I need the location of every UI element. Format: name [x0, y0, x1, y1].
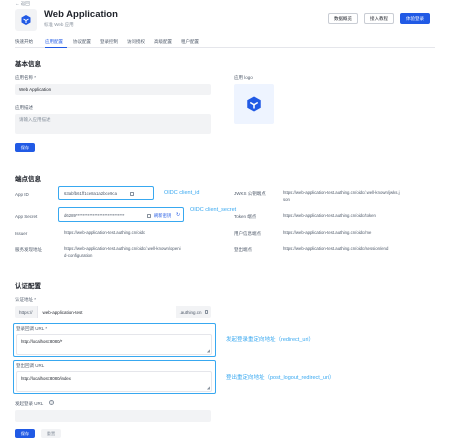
app-subtitle: 标准 Web 应用	[44, 22, 74, 27]
app-logo-upload[interactable]	[234, 84, 274, 124]
cube-icon	[21, 15, 31, 25]
logout-callback-input[interactable]: http://localhost:8080/index ◢	[16, 371, 212, 392]
tutorial-button[interactable]: 接入教程	[364, 13, 394, 24]
userinfo-label: 用户信息端点	[234, 231, 261, 236]
tab-tenant-config[interactable]: 租户配置	[181, 39, 199, 45]
token-value: https://web-application-test.authing.cn/…	[283, 213, 376, 218]
auth-config-title: 认证配置	[15, 283, 41, 290]
copy-icon[interactable]	[204, 310, 208, 314]
overview-button[interactable]: 数据概览	[328, 13, 358, 24]
domain-input[interactable]: web-application-test	[37, 306, 177, 318]
cube-icon	[247, 96, 261, 112]
app-title: Web Application	[44, 9, 118, 20]
app-desc-label: 应用描述	[15, 105, 33, 110]
post-logout-annotation: 登出重定向地址（post_logout_redirect_uri）	[226, 375, 335, 381]
userinfo-value: https://web-application-test.authing.cn/…	[283, 230, 372, 235]
discovery-label: 服务发现地址	[15, 247, 42, 252]
jwks-value-line1: https://web-application-test.authing.cn/…	[283, 190, 400, 195]
tab-bar: 快速开始 应用配置 协议配置 登录控制 访问授权 高级配置 租户配置	[15, 36, 435, 48]
back-link[interactable]: ← 返回	[15, 1, 30, 7]
jwks-label: JWKS 公钥端点	[234, 191, 266, 196]
protocol-prefix: https://	[15, 306, 38, 318]
issuer-value: https://web-application-test.authing.cn/…	[64, 230, 146, 235]
experience-login-button[interactable]: 体验登录	[400, 13, 430, 24]
logout-callback-value: http://localhost:8080/index	[21, 376, 71, 381]
auth-address-label: 认证地址 *	[15, 297, 37, 302]
login-callback-label: 登录回调 URL *	[16, 326, 48, 331]
app-secret-label: App Secret	[15, 214, 38, 219]
app-logo	[15, 9, 37, 31]
token-label: Token 端点	[234, 214, 257, 219]
tab-protocol-config[interactable]: 协议配置	[73, 39, 91, 45]
tab-access-authorization[interactable]: 访问授权	[127, 39, 145, 45]
tab-app-config[interactable]: 应用配置	[45, 39, 63, 45]
tab-quick-start[interactable]: 快速开始	[15, 39, 33, 45]
domain-suffix: .authing.cn	[179, 309, 202, 315]
auth-save-button[interactable]: 保存	[15, 429, 35, 438]
login-callback-input[interactable]: http://localhost:8080/* ◢	[16, 334, 212, 355]
app-desc-input[interactable]: 请输入应用描述	[15, 114, 211, 134]
login-callback-value: http://localhost:8080/*	[21, 339, 63, 344]
app-logo-label: 应用 logo	[234, 75, 253, 80]
issuer-label: Issuer	[15, 231, 28, 236]
app-secret-highlight	[58, 207, 184, 222]
app-id-label: App ID	[15, 192, 29, 197]
auth-reset-button[interactable]: 重置	[41, 429, 61, 438]
client-id-annotation: OIDC client_id	[164, 190, 200, 196]
resize-handle-icon[interactable]: ◢	[207, 385, 210, 390]
logout-callback-label: 登出回调 URL	[16, 363, 45, 368]
endpoint-info-title: 端点信息	[15, 176, 41, 183]
basic-info-title: 基本信息	[15, 61, 41, 68]
resize-handle-icon[interactable]: ◢	[207, 348, 210, 353]
discovery-value-line1: https://web-application-test.authing.cn/…	[64, 246, 181, 251]
redirect-uri-annotation: 发起登录重定向地址（redirect_uri）	[226, 337, 315, 343]
active-tab-indicator	[45, 46, 67, 48]
tab-login-control[interactable]: 登录控制	[100, 39, 118, 45]
discovery-value-line2: d-configuration	[64, 253, 93, 258]
tab-advanced-config[interactable]: 高级配置	[154, 39, 172, 45]
app-name-label: 应用名称 *	[15, 75, 37, 80]
client-secret-annotation: OIDC client_secret	[190, 207, 237, 213]
init-login-input[interactable]	[15, 410, 211, 422]
auth-address-field: https:// web-application-test .authing.c…	[15, 306, 211, 318]
logout-endpoint-label: 登出端点	[234, 247, 252, 252]
app-name-input[interactable]: Web Application	[15, 84, 211, 95]
app-id-highlight	[58, 186, 154, 200]
jwks-value-line2: son	[283, 197, 290, 202]
logout-endpoint-value: https://web-application-test.authing.cn/…	[283, 246, 389, 251]
help-icon[interactable]: ?	[49, 400, 54, 405]
init-login-label: 发起登录 URL	[15, 401, 44, 406]
basic-save-button[interactable]: 保存	[15, 143, 35, 152]
